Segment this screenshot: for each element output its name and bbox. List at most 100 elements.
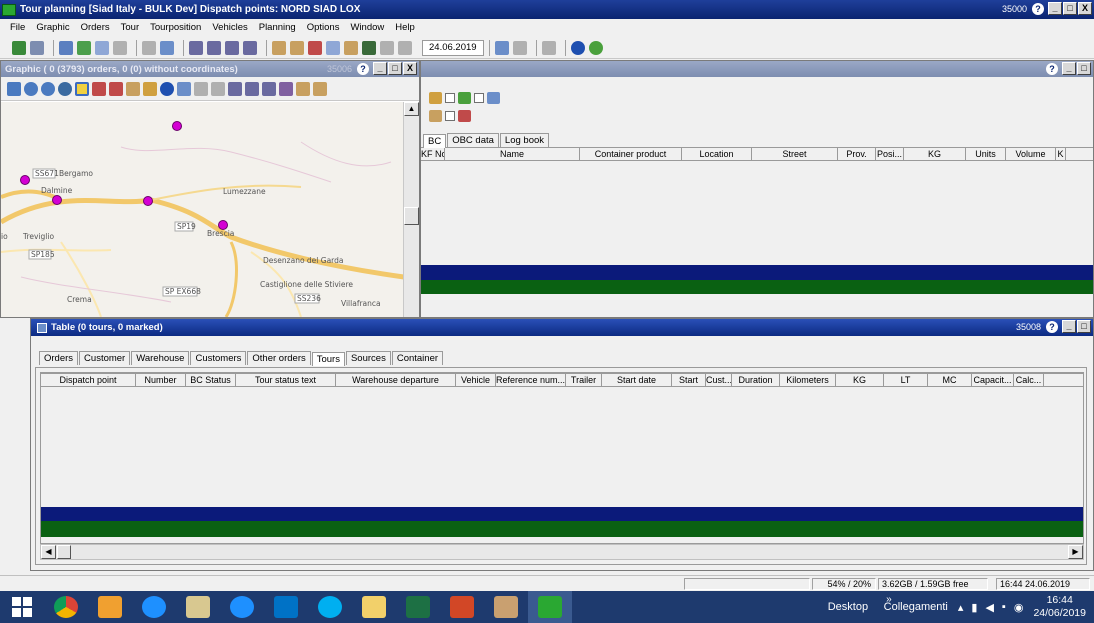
desktop-toolbar[interactable]: Desktop [828, 601, 868, 613]
clock[interactable]: 16:44 24/06/2019 [1033, 594, 1086, 620]
graphic-title-bar[interactable]: Graphic ( 0 (3793) orders, 0 (0) without… [1, 61, 419, 77]
person-icon[interactable] [126, 81, 140, 96]
truck2-icon[interactable] [207, 40, 221, 55]
col-lt[interactable]: LT [884, 374, 928, 386]
maximize-button[interactable]: □ [1063, 2, 1077, 15]
add-icon[interactable] [77, 40, 91, 55]
truck2-icon[interactable] [245, 81, 259, 96]
col-kg[interactable]: KG [904, 148, 966, 160]
map-view[interactable]: SS671 Bergamo Dalmine Lumezzane SP19 Bre… [1, 102, 404, 317]
document-icon[interactable] [95, 40, 109, 55]
scroll-up-button[interactable]: ▲ [404, 102, 419, 116]
col-units[interactable]: Units [966, 148, 1006, 160]
toolbar-chevron[interactable]: » [886, 594, 892, 605]
col-street[interactable]: Street [752, 148, 838, 160]
menu-help[interactable]: Help [395, 22, 415, 33]
tab-other-orders[interactable]: Other orders [247, 351, 311, 365]
volume-icon[interactable]: ◀ [985, 601, 993, 614]
tab-customer[interactable]: Customer [79, 351, 131, 365]
scroll-left-button[interactable]: ◀ [41, 545, 56, 559]
route-icon[interactable] [109, 81, 123, 96]
col-vehicle[interactable]: Vehicle [456, 374, 496, 386]
col-name[interactable]: Name [445, 148, 580, 160]
taskbar-tour-planning[interactable] [528, 591, 572, 623]
taskbar-excel[interactable] [396, 591, 440, 623]
connector-icon[interactable] [542, 40, 556, 55]
link-icon[interactable] [194, 81, 208, 96]
window-icon[interactable] [326, 40, 340, 55]
menu-tour[interactable]: Tour [121, 22, 139, 33]
scroll-right-button[interactable]: ▶ [1068, 545, 1083, 559]
col-volume[interactable]: Volume [1006, 148, 1056, 160]
export-icon[interactable] [380, 40, 394, 55]
user-icon[interactable] [344, 40, 358, 55]
notification-icon[interactable]: ▪ [1002, 601, 1006, 613]
taskbar-ie2[interactable] [220, 591, 264, 623]
ball-icon[interactable] [160, 81, 174, 96]
help-icon[interactable]: ? [1032, 2, 1044, 15]
detail-help-icon[interactable]: ? [1046, 62, 1058, 75]
table-horizontal-scrollbar[interactable]: ◀ ▶ [40, 544, 1084, 560]
taskbar-chrome[interactable] [44, 591, 88, 623]
graphic-close-button[interactable]: X [403, 62, 417, 75]
col-tour-status-text[interactable]: Tour status text [236, 374, 336, 386]
detail-minimize-button[interactable]: _ [1062, 62, 1076, 75]
taskbar-powerpoint[interactable] [440, 591, 484, 623]
layer-icon[interactable] [75, 81, 89, 96]
taskbar-files[interactable] [176, 591, 220, 623]
menu-tourposition[interactable]: Tourposition [150, 22, 201, 33]
zoom-out-icon[interactable] [41, 81, 55, 96]
links-toolbar[interactable]: Collegamenti [884, 601, 948, 613]
tab-customers[interactable]: Customers [190, 351, 247, 365]
col-duration[interactable]: Duration [732, 374, 780, 386]
col-bc-status[interactable]: BC Status [186, 374, 236, 386]
truck4-icon[interactable] [243, 40, 257, 55]
graphic-minimize-button[interactable]: _ [373, 62, 387, 75]
col-calc[interactable]: Calc... [1014, 374, 1044, 386]
tours-table[interactable]: Dispatch point Number BC Status Tour sta… [40, 372, 1084, 544]
tours-table-body[interactable] [41, 387, 1083, 507]
table-minimize-button[interactable]: _ [1062, 320, 1076, 333]
col-capacity[interactable]: Capacit... [972, 374, 1014, 386]
people-icon[interactable] [290, 40, 304, 55]
menu-orders[interactable]: Orders [81, 22, 110, 33]
flag-icon[interactable] [308, 40, 322, 55]
globe-icon[interactable] [58, 81, 72, 96]
truck-icon[interactable] [189, 40, 203, 55]
col-start[interactable]: Start [672, 374, 706, 386]
col-reference-num[interactable]: Reference num... [496, 374, 566, 386]
scroll-thumb[interactable] [57, 545, 71, 559]
table-maximize-button[interactable]: □ [1077, 320, 1091, 333]
taskbar-skype[interactable] [308, 591, 352, 623]
order-marker[interactable] [52, 195, 62, 205]
split-icon[interactable] [142, 40, 156, 55]
truck3-icon[interactable] [225, 40, 239, 55]
menu-window[interactable]: Window [350, 22, 384, 33]
tab-sources[interactable]: Sources [345, 351, 391, 365]
taskbar-folder[interactable] [352, 591, 396, 623]
select-icon[interactable] [7, 81, 21, 96]
bottle-icon[interactable] [362, 40, 376, 55]
back-icon[interactable] [12, 40, 26, 55]
order-marker[interactable] [143, 196, 153, 206]
filter-checkbox[interactable] [474, 93, 484, 103]
menu-vehicles[interactable]: Vehicles [212, 22, 247, 33]
col-number[interactable]: Number [136, 374, 186, 386]
network-icon[interactable]: ▮ [971, 601, 977, 614]
filter-checkbox[interactable] [445, 93, 455, 103]
col-posi[interactable]: Posi... [876, 148, 904, 160]
order-marker[interactable] [20, 175, 30, 185]
graphic-help-icon[interactable]: ? [357, 62, 369, 75]
tray-arrow-icon[interactable]: ▴ [958, 601, 964, 614]
measure-icon[interactable] [279, 81, 293, 96]
col-kg[interactable]: KG [836, 374, 884, 386]
col-warehouse-departure[interactable]: Warehouse departure [336, 374, 456, 386]
col-container-product[interactable]: Container product [580, 148, 682, 160]
col-prov[interactable]: Prov. [838, 148, 876, 160]
detail-maximize-button[interactable]: □ [1077, 62, 1091, 75]
print-icon[interactable] [398, 40, 412, 55]
info-icon[interactable] [571, 40, 585, 55]
start-button[interactable] [0, 591, 44, 623]
person-icon[interactable] [272, 40, 286, 55]
taskbar-apps[interactable] [88, 591, 132, 623]
